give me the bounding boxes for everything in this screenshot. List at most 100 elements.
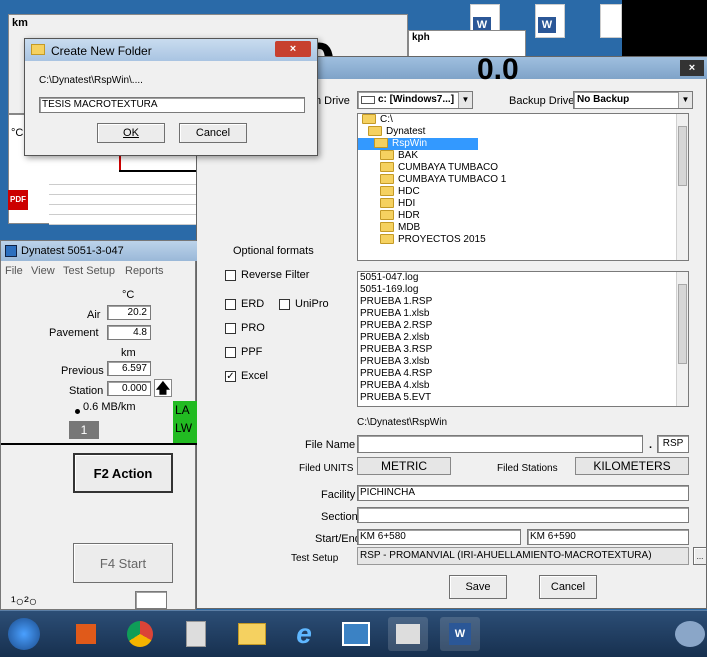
document-icon[interactable] — [600, 4, 622, 38]
folder-icon — [380, 174, 394, 185]
folder-item[interactable]: CUMBAYA TUMBACO 1 — [358, 174, 688, 186]
start-button[interactable] — [4, 617, 44, 651]
pavement-label: Pavement — [49, 327, 99, 339]
black-panel — [622, 0, 707, 62]
drive-icon — [361, 96, 375, 104]
counter-box: 1 — [69, 421, 99, 439]
folder-icon — [380, 198, 394, 209]
facility-input[interactable]: PICHINCHA — [357, 485, 689, 501]
file-scrollbar[interactable] — [676, 272, 688, 406]
menu-file[interactable]: File — [5, 265, 23, 277]
file-item[interactable]: PRUEBA 3.RSP — [358, 344, 688, 356]
up-arrow-icon[interactable]: 🡅 — [154, 379, 172, 397]
folder-item[interactable]: BAK — [358, 150, 688, 162]
menu-view[interactable]: View — [31, 265, 55, 277]
folder-item[interactable]: HDR — [358, 210, 688, 222]
erd-checkbox[interactable] — [225, 299, 236, 310]
start-input[interactable]: KM 6+580 — [357, 529, 521, 545]
section-label: Section — [321, 511, 358, 523]
km-unit: km — [121, 347, 136, 359]
scroll-thumb[interactable] — [678, 284, 687, 364]
filed-units-value: METRIC — [357, 457, 451, 475]
extension-dot: . — [649, 439, 653, 451]
pro-checkbox[interactable] — [225, 323, 236, 334]
file-item[interactable]: 5051-047.log — [358, 272, 688, 284]
word-taskbar-icon[interactable]: W — [440, 617, 480, 651]
file-item[interactable]: PRUEBA 4.RSP — [358, 368, 688, 380]
file-item[interactable]: PRUEBA 1.RSP — [358, 296, 688, 308]
folder-item[interactable]: Dynatest — [358, 126, 688, 138]
file-item[interactable]: PRUEBA 1.xlsb — [358, 308, 688, 320]
cancel-button[interactable]: Cancel — [539, 575, 597, 599]
reverse-filter-checkbox[interactable] — [225, 270, 236, 281]
data-drive-select[interactable]: c: [Windows7...] ▼ — [357, 91, 473, 109]
folder-item[interactable]: MDB — [358, 222, 688, 234]
f2-action-button[interactable]: F2 Action — [73, 453, 173, 493]
bg-temp-unit: °C — [11, 127, 24, 139]
close-button[interactable]: × — [680, 60, 704, 76]
calculator-icon[interactable] — [176, 617, 216, 651]
menu-reports[interactable]: Reports — [125, 265, 164, 277]
file-name-input[interactable] — [357, 435, 643, 453]
test-setup-label: Test Setup — [291, 553, 339, 564]
filed-units-label: Filed UNITS — [299, 463, 354, 474]
close-icon[interactable]: × — [275, 41, 311, 57]
create-folder-dialog: Create New Folder × C:\Dynatest\RspWin\.… — [24, 38, 318, 156]
file-item[interactable]: PRUEBA 4.xlsb — [358, 380, 688, 392]
radio-selector[interactable]: ¹○²○ — [11, 593, 37, 609]
scroll-thumb[interactable] — [678, 126, 687, 186]
file-list[interactable]: 5051-047.log 5051-169.log PRUEBA 1.RSP P… — [357, 271, 689, 407]
unipro-label: UniPro — [295, 298, 329, 310]
green-text-1: LA — [175, 403, 190, 417]
file-item[interactable]: PRUEBA 2.RSP — [358, 320, 688, 332]
folder-item-selected[interactable]: RspWin — [358, 138, 478, 150]
folder-item[interactable]: PROYECTOS 2015 — [358, 234, 688, 246]
chrome-icon[interactable] — [120, 617, 160, 651]
ie-icon[interactable]: e — [284, 617, 324, 651]
excel-checkbox[interactable]: ✓ — [225, 371, 236, 382]
save-button[interactable]: Save — [449, 575, 507, 599]
create-folder-path: C:\Dynatest\RspWin\.... — [39, 75, 143, 86]
word-icon[interactable]: W — [535, 4, 565, 38]
chevron-down-icon[interactable]: ▼ — [458, 92, 472, 108]
chevron-down-icon[interactable]: ▼ — [678, 92, 692, 108]
folder-scrollbar[interactable] — [676, 114, 688, 260]
folder-item[interactable]: C:\ — [358, 114, 688, 126]
file-item[interactable]: PRUEBA 5.EVT — [358, 392, 688, 404]
file-item[interactable]: PRUEBA 3.xlsb — [358, 356, 688, 368]
unipro-checkbox[interactable] — [279, 299, 290, 310]
tray-icon[interactable] — [670, 617, 707, 651]
menu-test-setup[interactable]: Test Setup — [63, 265, 115, 277]
folder-icon — [362, 114, 376, 125]
black-line — [119, 170, 199, 172]
app-taskbar-icon[interactable] — [336, 617, 376, 651]
folder-list[interactable]: C:\ Dynatest RspWin BAK CUMBAYA TUMBACO … — [357, 113, 689, 261]
folder-name-input[interactable]: TESIS MACROTEXTURA — [39, 97, 305, 113]
folder-item[interactable]: CUMBAYA TUMBACO — [358, 162, 688, 174]
media-player-icon[interactable] — [66, 617, 106, 651]
folder-item[interactable]: HDI — [358, 198, 688, 210]
backup-drive-select[interactable]: No Backup ▼ — [573, 91, 693, 109]
file-item[interactable]: 5051-169.log — [358, 284, 688, 296]
pavement-value: 4.8 — [107, 325, 151, 340]
file-item[interactable]: PRUEBA 2.xlsb — [358, 332, 688, 344]
small-input[interactable] — [135, 591, 167, 609]
file-name-label: File Name — [305, 439, 356, 451]
startend-label: Start/End — [315, 533, 361, 545]
section-input[interactable] — [357, 507, 689, 523]
folder-item[interactable]: HDC — [358, 186, 688, 198]
pro-label: PRO — [241, 322, 265, 334]
test-setup-browse-button[interactable]: ... — [693, 547, 707, 565]
create-folder-title: Create New Folder — [51, 44, 152, 58]
f4-start-button[interactable]: F4 Start — [73, 543, 173, 583]
end-input[interactable]: KM 6+590 — [527, 529, 689, 545]
folder-icon — [380, 186, 394, 197]
cancel-folder-button[interactable]: Cancel — [179, 123, 247, 143]
explorer-icon[interactable] — [232, 617, 272, 651]
pdf-icon[interactable]: PDF — [8, 190, 28, 210]
dynatest-taskbar-icon[interactable] — [388, 617, 428, 651]
station-label: Station — [69, 385, 104, 397]
ok-button[interactable]: OK — [97, 123, 165, 143]
ppf-checkbox[interactable] — [225, 347, 236, 358]
reverse-filter-label: Reverse Filter — [241, 269, 310, 281]
